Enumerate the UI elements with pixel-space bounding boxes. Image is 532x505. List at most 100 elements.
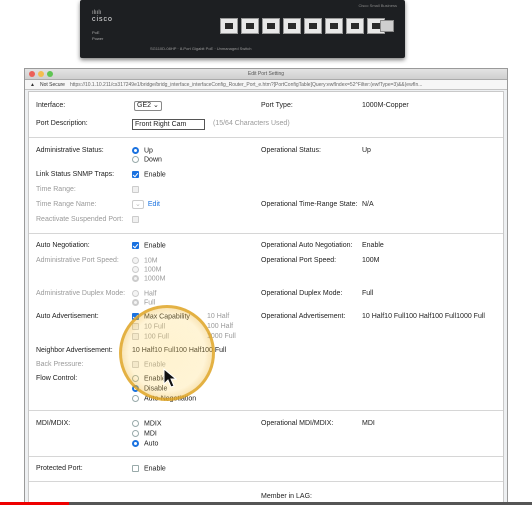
neighbor-adv-value: 10 Half10 Full100 Half100 Full — [132, 347, 227, 354]
radio-selected-icon — [132, 440, 139, 447]
section-divider — [29, 137, 503, 138]
time-range-label: Time Range: — [36, 186, 76, 193]
time-range-edit-link[interactable]: Edit — [148, 201, 160, 208]
device-series-label: Cisco Small Business — [358, 3, 397, 8]
time-range-checkbox[interactable] — [132, 186, 139, 193]
op-auto-neg-value: Enable — [362, 242, 384, 249]
mdix-option-mdi[interactable]: MDI — [132, 430, 157, 437]
protected-port-enable[interactable]: Enable — [132, 465, 166, 472]
op-status-value: Up — [362, 147, 371, 154]
window-titlebar: Edit Port Setting — [25, 69, 507, 80]
port-type-label: Port Type: — [261, 102, 293, 109]
op-auto-neg-label: Operational Auto Negotiation: — [261, 242, 353, 249]
port-description-label: Port Description: — [36, 120, 88, 127]
warning-icon: ▲ — [30, 82, 35, 88]
admin-speed-label: Administrative Port Speed: — [36, 257, 119, 264]
interface-select[interactable]: GE2 ⌄ — [134, 101, 162, 111]
speed-100m[interactable]: 100M — [132, 266, 162, 273]
adv-max-capability[interactable]: Max Capability — [132, 313, 190, 320]
adv-1000-full[interactable]: 1000 Full — [207, 333, 236, 340]
port-description-hint: (15/64 Characters Used) — [213, 120, 290, 127]
section-divider — [29, 233, 503, 234]
device-leds: PoE Power — [92, 30, 103, 42]
section-divider — [29, 481, 503, 482]
op-time-range-value: N/A — [362, 201, 374, 208]
admin-status-label: Administrative Status: — [36, 147, 104, 154]
adv-10-full[interactable]: 10 Full — [132, 323, 165, 330]
adv-10-half[interactable]: 10 Half — [207, 313, 229, 320]
ethernet-port-icon — [304, 18, 322, 34]
neighbor-adv-label: Neighbor Advertisement: — [36, 347, 113, 354]
protected-port-label: Protected Port: — [36, 465, 83, 472]
op-time-range-label: Operational Time-Range State: — [261, 201, 358, 208]
uplink-port-icon — [380, 20, 394, 32]
device-ports — [220, 18, 385, 34]
snmp-traps-enable[interactable]: Enable — [132, 171, 166, 178]
radio-selected-icon — [132, 147, 139, 154]
screen: ılıılı cisco PoE Power Cisco Small Busine… — [0, 0, 532, 505]
flow-control-enable[interactable]: Enable — [132, 375, 166, 382]
mdix-option-auto[interactable]: Auto — [132, 440, 158, 447]
interface-label: Interface: — [36, 102, 66, 109]
device-model-label: SG110D-08HP · 8-Port Gigabit PoE · Unman… — [150, 46, 252, 51]
flow-control-auto[interactable]: Auto-Negotiation — [132, 395, 196, 402]
checkbox-checked-icon — [132, 313, 139, 320]
op-duplex-value: Full — [362, 290, 374, 297]
switch-device-image: ılıılı cisco PoE Power Cisco Small Busine… — [80, 0, 405, 58]
speed-10m[interactable]: 10M — [132, 257, 158, 264]
back-pressure-label: Back Pressure: — [36, 361, 84, 368]
op-duplex-label: Operational Duplex Mode: — [261, 290, 343, 297]
security-label: Not Secure — [39, 82, 65, 88]
mouse-cursor-icon — [163, 368, 177, 388]
edit-port-form: Interface: GE2 ⌄ Port Type: 1000M-Copper… — [28, 91, 504, 505]
op-auto-adv-value: 10 Half10 Full100 Half100 Full1000 Full — [362, 313, 485, 320]
mdix-option-mdix[interactable]: MDIX — [132, 420, 162, 427]
radio-selected-icon — [132, 385, 139, 392]
admin-status-up[interactable]: Up — [132, 147, 153, 154]
lag-label: Member in LAG: — [261, 493, 312, 500]
section-divider — [29, 456, 503, 457]
speed-1000m[interactable]: 1000M — [132, 275, 165, 282]
duplex-full[interactable]: Full — [132, 299, 155, 306]
op-speed-value: 100M — [362, 257, 380, 264]
reactivate-checkbox[interactable] — [132, 216, 139, 223]
ethernet-port-icon — [262, 18, 280, 34]
checkbox-checked-icon — [132, 171, 139, 178]
checkbox-checked-icon — [132, 242, 139, 249]
admin-duplex-label: Administrative Duplex Mode: — [36, 290, 126, 297]
op-mdix-value: MDI — [362, 420, 375, 427]
device-brand: cisco — [92, 16, 113, 23]
time-range-name-label: Time Range Name: — [36, 201, 97, 208]
address-bar[interactable]: ▲ Not Secure https://10.1.10.211/cs317249e… — [25, 80, 507, 90]
browser-window: Edit Port Setting ▲ Not Secure https://10.… — [24, 68, 508, 505]
back-pressure-enable[interactable]: Enable — [132, 361, 166, 368]
auto-neg-enable[interactable]: Enable — [132, 242, 166, 249]
flow-control-label: Flow Control: — [36, 375, 78, 382]
duplex-half[interactable]: Half — [132, 290, 156, 297]
auto-adv-label: Auto Advertisement: — [36, 313, 99, 320]
op-mdix-label: Operational MDI/MDIX: — [261, 420, 334, 427]
ethernet-port-icon — [220, 18, 238, 34]
time-range-name-select[interactable]: ⌄ — [132, 200, 144, 209]
mdix-label: MDI/MDIX: — [36, 420, 71, 427]
op-auto-adv-label: Operational Advertisement: — [261, 313, 346, 320]
interface-value: GE2 — [137, 102, 152, 109]
ethernet-port-icon — [283, 18, 301, 34]
window-title: Edit Port Setting — [247, 71, 285, 77]
op-status-label: Operational Status: — [261, 147, 321, 154]
section-divider — [29, 410, 503, 411]
ethernet-port-icon — [325, 18, 343, 34]
chevron-down-icon: ⌄ — [152, 102, 159, 109]
adv-100-full[interactable]: 100 Full — [132, 333, 169, 340]
ethernet-port-icon — [241, 18, 259, 34]
led-label-power: Power — [92, 36, 104, 41]
adv-100-half[interactable]: 100 Half — [207, 323, 233, 330]
reactivate-label: Reactivate Suspended Port: — [36, 216, 124, 223]
port-type-value: 1000M-Copper — [362, 102, 409, 109]
radio-icon — [132, 156, 139, 163]
ethernet-port-icon — [346, 18, 364, 34]
admin-status-down[interactable]: Down — [132, 156, 162, 163]
op-speed-label: Operational Port Speed: — [261, 257, 337, 264]
snmp-traps-label: Link Status SNMP Traps: — [36, 171, 115, 178]
port-description-input[interactable]: Front Right Cam — [132, 119, 205, 130]
